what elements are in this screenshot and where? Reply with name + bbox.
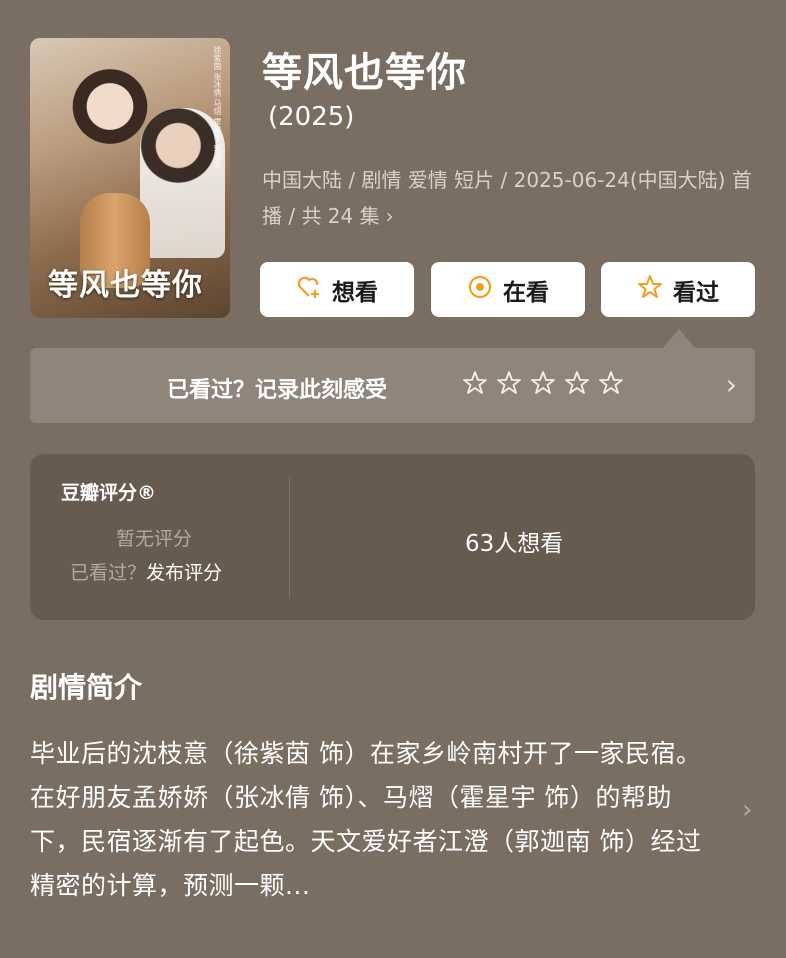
- poster-title: 等风也等你: [48, 268, 203, 303]
- star-icon-1[interactable]: [462, 370, 488, 400]
- watched-button[interactable]: 看过: [601, 262, 755, 317]
- watched-label: 看过: [673, 279, 719, 306]
- chevron-right-icon[interactable]: ›: [726, 368, 737, 401]
- want-count: 63人想看: [465, 531, 564, 557]
- poster-credits: 徐紫茵 张冰倩 马熠 霍星宇 郭迦南: [213, 46, 222, 169]
- movie-meta[interactable]: 中国大陆 / 剧情 爱情 短片 / 2025-06-24(中国大陆) 首播 / …: [262, 162, 752, 234]
- watching-button[interactable]: 在看: [431, 262, 585, 317]
- chevron-right-icon[interactable]: ›: [742, 795, 752, 825]
- star-icon-3[interactable]: [530, 370, 556, 400]
- want-label: 想看: [332, 279, 378, 306]
- record-prompt: 已看过？记录此刻感受: [167, 378, 388, 403]
- synopsis-text[interactable]: 毕业后的沈枝意（徐紫茵 饰）在家乡岭南村开了一家民宿。在好朋友孟娇娇（张冰倩 饰…: [30, 732, 716, 908]
- publish-rating-row[interactable]: 已看过？发布评分: [70, 558, 222, 585]
- star-outline-icon: [637, 274, 663, 306]
- publish-rating-link[interactable]: 发布评分: [146, 562, 222, 584]
- target-circle-icon: [467, 274, 493, 306]
- poster-image[interactable]: 徐紫茵 张冰倩 马熠 霍星宇 郭迦南 等风也等你: [30, 38, 230, 318]
- watching-label: 在看: [503, 279, 549, 306]
- page-title: 等风也等你: [262, 50, 467, 96]
- record-pointer: [662, 329, 696, 349]
- want-button[interactable]: 想看: [260, 262, 414, 317]
- watched-question: 已看过？: [70, 562, 147, 584]
- rating-stars[interactable]: [462, 370, 624, 400]
- star-icon-4[interactable]: [564, 370, 590, 400]
- synopsis-title: 剧情简介: [30, 671, 143, 704]
- poster-figure-woman: [70, 68, 150, 178]
- heart-plus-icon: [296, 274, 322, 306]
- chevron-right-icon: ›: [385, 204, 394, 228]
- release-year: (2025): [268, 102, 355, 132]
- star-icon-5[interactable]: [598, 370, 624, 400]
- movie-meta-text: 中国大陆 / 剧情 爱情 短片 / 2025-06-24(中国大陆) 首播 / …: [262, 168, 752, 228]
- record-feeling-bar[interactable]: 已看过？记录此刻感受 ›: [30, 348, 755, 423]
- divider: [289, 478, 290, 598]
- douban-rating-card: 豆瓣评分® 暂无评分 已看过？发布评分 63人想看: [30, 454, 755, 620]
- no-rating-text: 暂无评分: [116, 528, 193, 550]
- rating-label: 豆瓣评分®: [61, 482, 157, 504]
- star-icon-2[interactable]: [496, 370, 522, 400]
